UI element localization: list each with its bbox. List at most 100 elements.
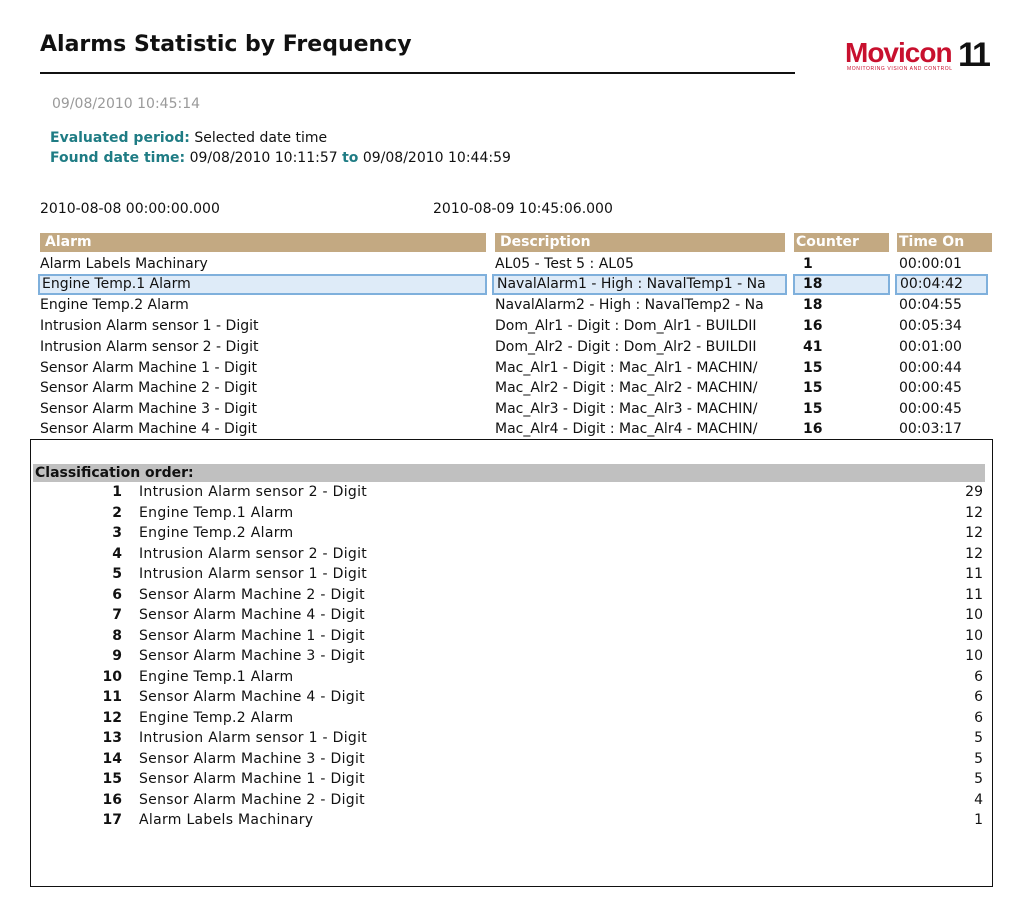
cell-description: Mac_Alr2 - Digit : Mac_Alr2 - MACHIN/ <box>495 380 758 396</box>
list-item: 12 Engine Temp.2 Alarm 6 <box>0 708 1024 728</box>
cell-time-on[interactable]: 00:04:42 <box>895 274 988 295</box>
rank-number: 12 <box>102 709 122 726</box>
alarm-name: Sensor Alarm Machine 1 - Digit <box>139 627 365 644</box>
list-item: 6 Sensor Alarm Machine 2 - Digit 11 <box>0 585 1024 605</box>
range-end: 2010-08-09 10:45:06.000 <box>433 201 613 217</box>
cell-counter: 41 <box>803 339 823 355</box>
table-row[interactable]: Sensor Alarm Machine 3 - Digit Mac_Alr3 … <box>0 399 1024 420</box>
evaluated-period-value: Selected date time <box>194 130 328 146</box>
cell-alarm: Engine Temp.2 Alarm <box>40 297 189 313</box>
rank-number: 7 <box>112 607 122 623</box>
alarm-count: 10 <box>965 607 983 623</box>
list-item: 10 Engine Temp.1 Alarm 6 <box>0 667 1024 687</box>
cell-description: Dom_Alr1 - Digit : Dom_Alr1 - BUILDII <box>495 318 757 334</box>
cell-alarm: Sensor Alarm Machine 2 - Digit <box>40 380 257 396</box>
rank-number: 10 <box>102 668 122 685</box>
alarm-name: Engine Temp.2 Alarm <box>139 709 294 726</box>
alarm-count: 5 <box>974 730 983 746</box>
alarm-count: 5 <box>974 750 983 767</box>
cell-counter: 15 <box>803 360 823 376</box>
column-header-counter: Counter <box>794 233 889 252</box>
rank-number: 5 <box>112 566 122 582</box>
table-row-selected[interactable]: Engine Temp.1 Alarm NavalAlarm1 - High :… <box>0 274 1024 295</box>
table-row[interactable]: Sensor Alarm Machine 2 - Digit Mac_Alr2 … <box>0 378 1024 399</box>
table-row[interactable]: Intrusion Alarm sensor 2 - Digit Dom_Alr… <box>0 337 1024 358</box>
cell-time-on: 00:00:44 <box>899 360 962 376</box>
report-timestamp: 09/08/2010 10:45:14 <box>52 96 201 112</box>
alarm-count: 5 <box>974 771 983 787</box>
list-item: 5 Intrusion Alarm sensor 1 - Digit 11 <box>0 564 1024 584</box>
alarm-count: 1 <box>974 812 983 828</box>
column-header-alarm: Alarm <box>40 233 486 252</box>
alarm-name: Sensor Alarm Machine 1 - Digit <box>139 771 365 787</box>
alarm-count: 6 <box>974 668 983 685</box>
cell-time-on: 00:04:55 <box>899 297 962 313</box>
cell-alarm: Intrusion Alarm sensor 1 - Digit <box>40 318 259 334</box>
cell-alarm: Intrusion Alarm sensor 2 - Digit <box>40 339 259 355</box>
list-item: 17 Alarm Labels Machinary 1 <box>0 810 1024 830</box>
cell-time-on: 00:00:45 <box>899 380 962 396</box>
rank-number: 3 <box>112 525 122 541</box>
alarm-count: 29 <box>965 484 983 500</box>
alarm-name: Sensor Alarm Machine 2 - Digit <box>139 586 365 603</box>
table-row[interactable]: Sensor Alarm Machine 4 - Digit Mac_Alr4 … <box>0 419 1024 440</box>
cell-alarm[interactable]: Engine Temp.1 Alarm <box>38 274 487 295</box>
list-item: 15 Sensor Alarm Machine 1 - Digit 5 <box>0 769 1024 789</box>
alarm-count: 12 <box>965 525 983 541</box>
classification-title: Classification order: <box>33 464 985 482</box>
cell-time-on: 00:00:45 <box>899 401 962 417</box>
evaluated-period-label: Evaluated period: <box>50 130 190 146</box>
rank-number: 14 <box>102 750 122 767</box>
alarm-count: 11 <box>965 586 983 603</box>
list-item: 9 Sensor Alarm Machine 3 - Digit 10 <box>0 646 1024 666</box>
alarm-name: Engine Temp.1 Alarm <box>139 668 294 685</box>
cell-description[interactable]: NavalAlarm1 - High : NavalTemp1 - Na <box>492 274 787 295</box>
alarm-count: 11 <box>965 566 983 582</box>
cell-counter[interactable]: 18 <box>793 274 890 295</box>
found-date-from: 09/08/2010 10:11:57 <box>189 150 338 166</box>
cell-description: Mac_Alr4 - Digit : Mac_Alr4 - MACHIN/ <box>495 421 758 437</box>
alarm-name: Intrusion Alarm sensor 2 - Digit <box>139 545 368 562</box>
column-header-time-on: Time On <box>897 233 992 252</box>
alarm-count: 6 <box>974 689 983 705</box>
title-divider <box>40 72 795 74</box>
alarm-name: Sensor Alarm Machine 3 - Digit <box>139 648 365 664</box>
alarm-count: 10 <box>965 627 983 644</box>
cell-time-on: 00:01:00 <box>899 339 962 355</box>
list-item: 11 Sensor Alarm Machine 4 - Digit 6 <box>0 687 1024 707</box>
rank-number: 9 <box>112 648 122 664</box>
logo-number: 11 <box>958 36 991 74</box>
cell-description: NavalAlarm2 - High : NavalTemp2 - Na <box>495 297 764 313</box>
evaluated-period-line: Evaluated period: Selected date time <box>50 130 327 146</box>
list-item: 14 Sensor Alarm Machine 3 - Digit 5 <box>0 749 1024 769</box>
rank-number: 8 <box>112 627 122 644</box>
alarm-count: 6 <box>974 709 983 726</box>
cell-counter: 15 <box>803 380 823 396</box>
table-row[interactable]: Sensor Alarm Machine 1 - Digit Mac_Alr1 … <box>0 358 1024 379</box>
movicon-logo: Movicon 11 MONITORING VISION AND CONTROL <box>845 35 991 75</box>
rank-number: 6 <box>112 586 122 603</box>
cell-counter: 16 <box>803 421 823 437</box>
cell-counter: 1 <box>803 256 813 272</box>
alarm-name: Sensor Alarm Machine 4 - Digit <box>139 607 365 623</box>
alarm-name: Engine Temp.2 Alarm <box>139 525 294 541</box>
alarm-name: Alarm Labels Machinary <box>139 812 314 828</box>
cell-alarm: Alarm Labels Machinary <box>40 256 208 272</box>
alarm-name: Intrusion Alarm sensor 1 - Digit <box>139 730 368 746</box>
found-date-to: 09/08/2010 10:44:59 <box>362 150 511 166</box>
list-item: 7 Sensor Alarm Machine 4 - Digit 10 <box>0 605 1024 625</box>
table-row[interactable]: Alarm Labels Machinary AL05 - Test 5 : A… <box>0 254 1024 275</box>
list-item: 4 Intrusion Alarm sensor 2 - Digit 12 <box>0 544 1024 564</box>
list-item: 16 Sensor Alarm Machine 2 - Digit 4 <box>0 790 1024 810</box>
alarm-name: Intrusion Alarm sensor 2 - Digit <box>139 484 368 500</box>
table-row[interactable]: Intrusion Alarm sensor 1 - Digit Dom_Alr… <box>0 316 1024 337</box>
table-row[interactable]: Engine Temp.2 Alarm NavalAlarm2 - High :… <box>0 295 1024 316</box>
range-start: 2010-08-08 00:00:00.000 <box>40 201 220 217</box>
found-date-label: Found date time: <box>50 150 186 166</box>
alarm-count: 10 <box>965 648 983 664</box>
cell-description: Mac_Alr1 - Digit : Mac_Alr1 - MACHIN/ <box>495 360 758 376</box>
alarm-name: Intrusion Alarm sensor 1 - Digit <box>139 566 368 582</box>
column-header-description: Description <box>495 233 785 252</box>
alarm-name: Engine Temp.1 Alarm <box>139 504 294 521</box>
alarm-count: 12 <box>965 545 983 562</box>
